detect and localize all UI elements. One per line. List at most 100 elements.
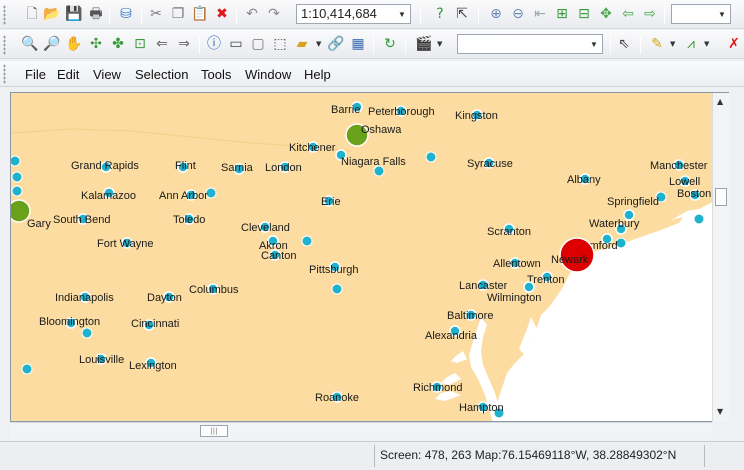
clapper-icon[interactable]: 🎬 bbox=[414, 34, 434, 54]
menu-selection[interactable]: Selection bbox=[135, 67, 188, 82]
city-label-baltimore: Baltimore bbox=[447, 310, 493, 322]
menu-help[interactable]: Help bbox=[304, 67, 331, 82]
city-label-scranton: Scranton bbox=[487, 226, 531, 238]
tools-toolbar: 🔍 🔎 ✋ ✣ ✤ ⊡ ⇐ ⇒ ⓘ ▭ ▢ ⬚ ▰ ▼ 🔗 ▦ ↻ 🎬 ▼ ▼ … bbox=[0, 30, 744, 59]
city-marker[interactable] bbox=[425, 151, 437, 163]
city-marker[interactable] bbox=[301, 235, 313, 247]
edit-tool-icon[interactable]: ⇖ bbox=[614, 34, 634, 54]
chevron-down-icon[interactable]: ▼ bbox=[316, 40, 321, 48]
chevron-down-icon[interactable]: ▼ bbox=[437, 40, 442, 48]
select-elements-icon[interactable]: ⬚ bbox=[270, 34, 290, 54]
city-label-richmond: Richmond bbox=[413, 382, 463, 394]
menu-window[interactable]: Window bbox=[245, 67, 291, 82]
vertical-scrollbar[interactable]: ▲ ▼ bbox=[712, 93, 729, 422]
city-label-waterbury: Waterbury bbox=[589, 218, 640, 230]
city-label-columbus: Columbus bbox=[189, 284, 239, 296]
refresh-icon[interactable]: ↻ bbox=[380, 34, 400, 54]
chevron-down-icon: ▼ bbox=[590, 39, 598, 49]
zoom-out-fixed-icon[interactable]: ⊖ bbox=[508, 4, 528, 24]
city-marker[interactable] bbox=[11, 185, 23, 197]
zoom-to-layer-icon[interactable]: ⊟ bbox=[574, 4, 594, 24]
chevron-down-icon[interactable]: ▼ bbox=[670, 40, 675, 48]
delete-vertex-icon[interactable]: ✗ bbox=[724, 34, 744, 54]
city-label-erie: Erie bbox=[321, 196, 341, 208]
city-label-niagara-falls: Niagara Falls bbox=[341, 156, 406, 168]
undo-icon[interactable]: ↶ bbox=[242, 4, 262, 24]
full-extent-icon[interactable]: ⊞ bbox=[552, 4, 572, 24]
city-marker[interactable] bbox=[81, 327, 93, 339]
zoom-in-fixed-icon[interactable]: ⊕ bbox=[486, 4, 506, 24]
city-label-london: London bbox=[265, 162, 302, 174]
city-label-cincinnati: Cincinnati bbox=[131, 318, 179, 330]
paste-icon[interactable]: 📋 bbox=[190, 4, 210, 24]
city-label-bloomington: Bloomington bbox=[39, 316, 100, 328]
open-folder-icon[interactable]: 📂 bbox=[42, 4, 62, 24]
previous-extent-icon[interactable]: ⇤ bbox=[530, 4, 550, 24]
city-marker[interactable] bbox=[11, 171, 23, 183]
city-label-toledo: Toledo bbox=[173, 214, 205, 226]
horizontal-scroll-thumb[interactable]: ||| bbox=[200, 425, 228, 437]
horizontal-scrollbar[interactable]: ||| bbox=[10, 422, 712, 439]
menu-grip[interactable] bbox=[3, 64, 6, 84]
fixed-zoom-out-icon[interactable]: ✤ bbox=[108, 34, 128, 54]
chevron-down-icon: ▼ bbox=[718, 9, 726, 19]
city-label-kingston: Kingston bbox=[455, 110, 498, 122]
style-combo[interactable]: ▼ bbox=[457, 34, 603, 54]
measure-grid-icon[interactable]: ▦ bbox=[348, 34, 368, 54]
redo-icon[interactable]: ↷ bbox=[264, 4, 284, 24]
delete-icon[interactable]: ✖ bbox=[212, 4, 232, 24]
layer-combo[interactable]: ▼ bbox=[671, 4, 731, 24]
print-icon[interactable]: 🖶 bbox=[86, 4, 106, 24]
scroll-down-icon[interactable]: ▼ bbox=[717, 407, 723, 416]
zoom-out-icon[interactable]: 🔎 bbox=[42, 34, 62, 54]
add-data-icon[interactable]: ⛁ bbox=[116, 4, 136, 24]
city-marker[interactable] bbox=[21, 363, 33, 375]
map-view[interactable]: Barrie Peterborough Kingston Oshawa Kitchene… bbox=[10, 92, 729, 422]
save-icon[interactable]: 💾 bbox=[64, 4, 84, 24]
menu-file[interactable]: File bbox=[25, 67, 46, 82]
help-icon[interactable]: ? bbox=[430, 4, 450, 24]
zoom-in-icon[interactable]: 🔍 bbox=[20, 34, 40, 54]
whats-this-icon[interactable]: ⇱ bbox=[452, 4, 472, 24]
menu-edit[interactable]: Edit bbox=[57, 67, 79, 82]
menu-view[interactable]: View bbox=[93, 67, 121, 82]
pan-hand-icon[interactable]: ✋ bbox=[64, 34, 84, 54]
identify-icon[interactable]: ⓘ bbox=[204, 34, 224, 54]
city-label-south-bend: South Bend bbox=[53, 214, 111, 226]
forward-extent-icon[interactable]: ⇨ bbox=[640, 4, 660, 24]
city-marker[interactable] bbox=[693, 213, 705, 225]
city-label-gary: Gary bbox=[27, 218, 51, 230]
sketch-pencil-icon[interactable]: ✎ bbox=[647, 34, 667, 54]
city-label-oshawa: Oshawa bbox=[361, 124, 402, 136]
new-document-icon[interactable]: 🗋 bbox=[22, 4, 42, 24]
copy-icon[interactable]: ❐ bbox=[168, 4, 188, 24]
toolbar-grip[interactable] bbox=[3, 35, 6, 55]
map-scale-combo[interactable]: 1:10,414,684 ▼ bbox=[296, 4, 411, 24]
pan-extent-icon[interactable]: ✥ bbox=[596, 4, 616, 24]
full-extent-globe-icon[interactable]: ⊡ bbox=[130, 34, 150, 54]
find-icon[interactable]: ▰ bbox=[292, 34, 312, 54]
toolbar-grip[interactable] bbox=[3, 5, 6, 25]
chevron-down-icon[interactable]: ▼ bbox=[704, 40, 709, 48]
cut-icon[interactable]: ✂ bbox=[146, 4, 166, 24]
go-forward-icon[interactable]: ⇒ bbox=[174, 34, 194, 54]
back-extent-icon[interactable]: ⇦ bbox=[618, 4, 638, 24]
fixed-zoom-in-icon[interactable]: ✣ bbox=[86, 34, 106, 54]
scroll-up-icon[interactable]: ▲ bbox=[717, 97, 723, 106]
city-label-cleveland: Cleveland bbox=[241, 222, 290, 234]
city-marker[interactable] bbox=[11, 155, 21, 167]
city-label-newark: Newark bbox=[551, 254, 589, 266]
go-back-icon[interactable]: ⇐ bbox=[152, 34, 172, 54]
city-label-springfield: Springfield bbox=[607, 196, 659, 208]
city-marker-wilmington[interactable] bbox=[523, 281, 535, 293]
city-label-ann-arbor: Ann Arbor bbox=[159, 190, 208, 202]
menu-tools[interactable]: Tools bbox=[201, 67, 231, 82]
clear-selection-icon[interactable]: ▢ bbox=[248, 34, 268, 54]
city-marker[interactable] bbox=[331, 283, 343, 295]
sketch-shape-icon[interactable]: ⩘ bbox=[681, 34, 701, 54]
vertical-scroll-thumb[interactable] bbox=[715, 188, 727, 206]
hyperlink-icon[interactable]: 🔗 bbox=[326, 34, 346, 54]
city-label-indianapolis: Indianapolis bbox=[55, 292, 114, 304]
map-canvas[interactable]: Barrie Peterborough Kingston Oshawa Kitchene… bbox=[11, 93, 729, 422]
select-features-icon[interactable]: ▭ bbox=[226, 34, 246, 54]
